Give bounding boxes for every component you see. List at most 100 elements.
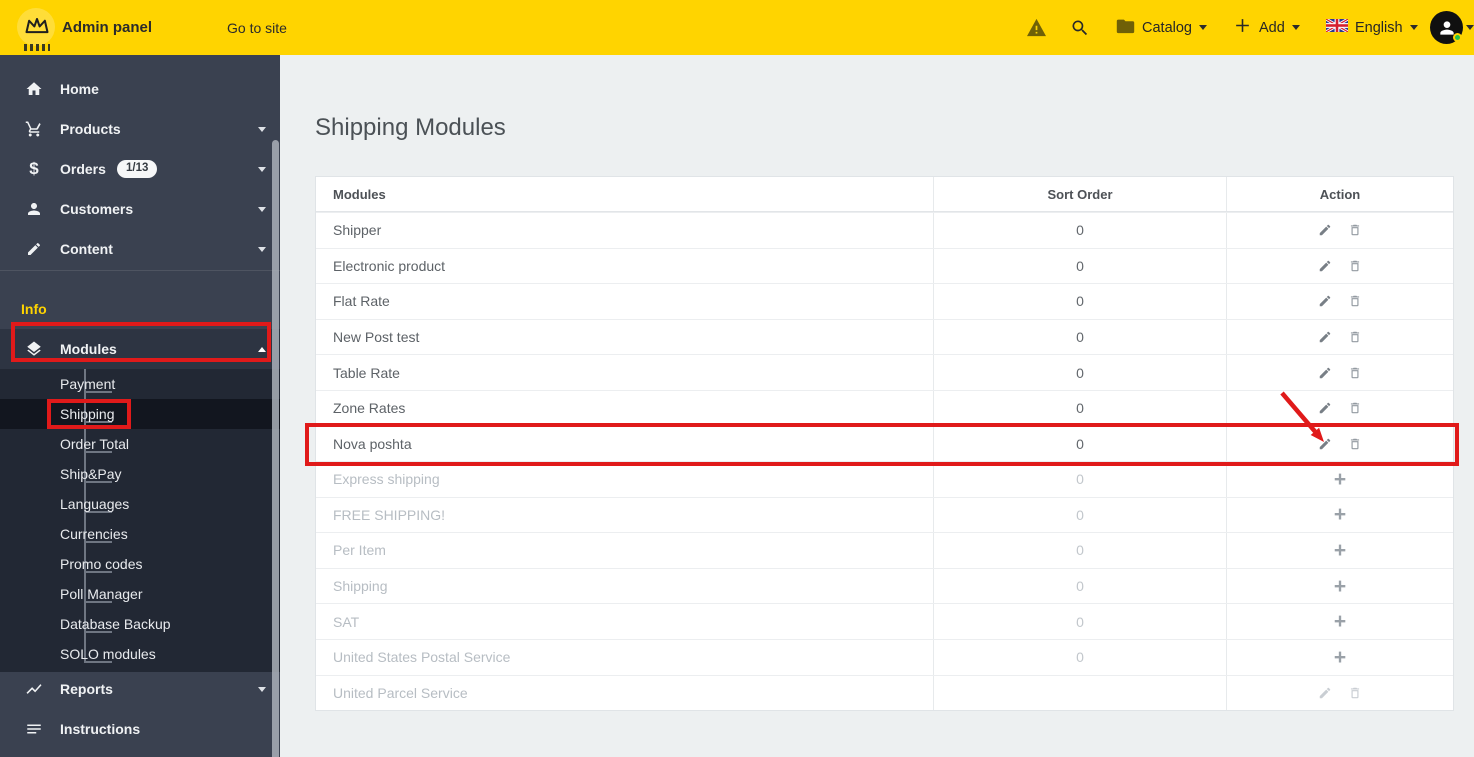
sidebar-item-modules[interactable]: Modules — [0, 329, 280, 369]
module-row-united-states-postal-service: United States Postal Service 0 + — [316, 638, 1453, 675]
edit-icon[interactable] — [1318, 365, 1333, 380]
module-name: Table Rate — [333, 364, 400, 381]
online-status-dot — [1453, 33, 1462, 42]
submenu-item-shipping[interactable]: Shipping — [0, 399, 280, 429]
submenu-item-payment[interactable]: Payment — [0, 369, 280, 399]
sort-order-value: 0 — [1076, 471, 1084, 488]
install-icon[interactable]: + — [1334, 611, 1346, 632]
install-icon[interactable]: + — [1334, 576, 1346, 597]
install-icon[interactable]: + — [1334, 504, 1346, 525]
module-name: FREE SHIPPING! — [333, 506, 446, 523]
edit-icon[interactable] — [1318, 258, 1333, 273]
submenu-item-languages[interactable]: Languages — [0, 489, 280, 519]
delete-icon[interactable] — [1348, 365, 1363, 380]
module-row-express-shipping: Express shipping 0 + — [316, 461, 1453, 497]
header-sort-order: Sort Order — [1047, 186, 1113, 202]
delete-icon[interactable] — [1348, 294, 1363, 309]
folder-icon — [1116, 18, 1135, 38]
edit-icon[interactable] — [1318, 401, 1333, 416]
sidebar-item-instructions[interactable]: Instructions — [0, 709, 280, 749]
module-name: Shipping — [333, 578, 388, 595]
sidebar-item-home[interactable]: Home — [0, 69, 280, 109]
topbar: Admin panel Go to site Catalog Add Engli… — [0, 0, 1474, 55]
install-icon[interactable]: + — [1334, 647, 1346, 668]
orders-count-badge: 1/13 — [117, 160, 158, 178]
home-icon — [24, 79, 44, 99]
sort-order-value: 0 — [1076, 542, 1084, 559]
delete-icon[interactable] — [1348, 685, 1363, 700]
module-row-shipping: Shipping 0 + — [316, 567, 1453, 604]
catalog-menu[interactable]: Catalog — [1116, 0, 1207, 55]
admin-panel-app: Admin panel Go to site Catalog Add Engli… — [0, 0, 1474, 757]
language-label: English — [1355, 19, 1403, 36]
header-action: Action — [1319, 186, 1361, 202]
module-row-table-rate: Table Rate 0 — [316, 354, 1453, 390]
delete-icon[interactable] — [1348, 330, 1363, 345]
sort-order-value: 0 — [1076, 506, 1084, 523]
module-name: Express shipping — [333, 471, 440, 488]
submenu-item-label: Promo codes — [60, 556, 143, 572]
module-row-per-item: Per Item 0 + — [316, 532, 1453, 568]
module-name: Zone Rates — [333, 400, 406, 417]
crown-logo-icon[interactable] — [23, 14, 51, 43]
submenu-item-order-total[interactable]: Order Total — [0, 429, 280, 459]
edit-icon[interactable] — [1318, 294, 1333, 309]
chevron-down-icon — [1198, 25, 1207, 30]
sort-order-value: 0 — [1076, 364, 1084, 381]
list-icon — [24, 719, 44, 739]
submenu-item-database-backup[interactable]: Database Backup — [0, 609, 280, 639]
chevron-down-icon — [1466, 25, 1474, 30]
chevron-down-icon — [258, 686, 266, 692]
submenu-item-label: Shipping — [60, 406, 115, 422]
sidebar-item-content[interactable]: Content — [0, 229, 280, 269]
sidebar-item-customers[interactable]: Customers — [0, 189, 280, 229]
delete-icon[interactable] — [1348, 258, 1363, 273]
logo-clipped-text — [24, 44, 50, 51]
module-name: SAT — [333, 613, 360, 630]
sidebar-item-products[interactable]: Products — [0, 109, 280, 149]
chevron-down-icon — [258, 206, 266, 212]
submenu-item-poll-manager[interactable]: Poll Manager — [0, 579, 280, 609]
edit-icon[interactable] — [1318, 223, 1333, 238]
install-icon[interactable]: + — [1334, 469, 1346, 490]
module-name: Electronic product — [333, 257, 446, 274]
sort-order-value: 0 — [1076, 435, 1084, 452]
edit-icon[interactable] — [1318, 436, 1333, 451]
module-name: Shipper — [333, 222, 382, 239]
submenu-item-label: Database Backup — [60, 616, 171, 632]
warning-icon[interactable] — [1026, 0, 1047, 55]
module-row-new-post-test: New Post test 0 — [316, 318, 1453, 355]
module-name: Per Item — [333, 542, 386, 559]
submenu-item-ship-pay[interactable]: Ship&Pay — [0, 459, 280, 489]
plus-icon — [1233, 16, 1252, 39]
submenu-item-solo-modules[interactable]: SOLO modules — [0, 639, 280, 669]
page-title: Shipping Modules — [315, 114, 506, 141]
submenu-item-promo-codes[interactable]: Promo codes — [0, 549, 280, 579]
header-modules: Modules — [333, 186, 386, 202]
add-menu[interactable]: Add — [1233, 0, 1300, 55]
search-icon[interactable] — [1070, 0, 1090, 55]
submenu-item-label: Currencies — [60, 526, 128, 542]
module-name: United Parcel Service — [333, 684, 468, 701]
sidebar-item-reports[interactable]: Reports — [0, 669, 280, 709]
language-menu[interactable]: English — [1325, 0, 1418, 55]
sidebar-item-orders[interactable]: $ Orders 1/13 — [0, 149, 280, 189]
module-name: Flat Rate — [333, 293, 390, 310]
delete-icon[interactable] — [1348, 223, 1363, 238]
edit-icon[interactable] — [1318, 330, 1333, 345]
edit-icon[interactable] — [1318, 685, 1333, 700]
sidebar: Home Products $ Orders 1/13 Customers Co… — [0, 55, 280, 757]
module-row-nova-poshta: Nova poshta 0 — [316, 425, 1453, 462]
sort-order-value: 0 — [1076, 222, 1084, 239]
sidebar-scrollbar[interactable] — [272, 140, 279, 757]
delete-icon[interactable] — [1348, 436, 1363, 451]
sort-order-value: 0 — [1076, 578, 1084, 595]
install-icon[interactable]: + — [1334, 540, 1346, 561]
delete-icon[interactable] — [1348, 401, 1363, 416]
sort-order-value: 0 — [1076, 293, 1084, 310]
uk-flag-icon — [1325, 17, 1349, 36]
sidebar-section-info: Info — [21, 301, 47, 317]
customers-icon — [24, 199, 44, 219]
submenu-item-currencies[interactable]: Currencies — [0, 519, 280, 549]
go-to-site-link[interactable]: Go to site — [227, 0, 287, 55]
